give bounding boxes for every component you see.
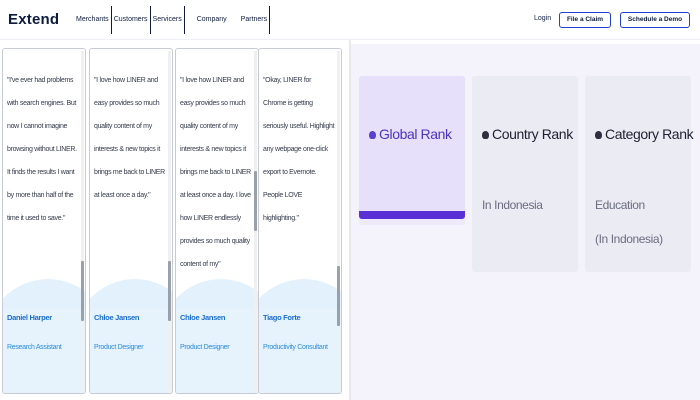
testimonial-name: Chloe Jansen bbox=[94, 313, 140, 322]
testimonial-quote: "I've ever had problems with search engi… bbox=[7, 77, 77, 222]
global-rank-active-bar bbox=[359, 211, 465, 219]
testimonial-role: Product Designer bbox=[94, 344, 144, 351]
nav-divider bbox=[183, 6, 185, 34]
testimonial-card: "I love how LINER and easy provides so m… bbox=[89, 48, 173, 394]
testimonial-role: Product Designer bbox=[180, 344, 230, 351]
testimonial-name: Chloe Jansen bbox=[180, 313, 226, 322]
category-rank-card[interactable]: Category Rank Education (In Indonesia) bbox=[585, 76, 694, 272]
country-rank-title: Country Rank bbox=[492, 126, 573, 142]
testimonial-role: Research Assistant bbox=[7, 344, 62, 351]
category-rank-location: (In Indonesia) bbox=[595, 232, 663, 246]
page: Extend Merchants Customers Servicers Com… bbox=[0, 0, 700, 400]
card-scrollbar[interactable] bbox=[337, 51, 340, 393]
testimonial-card: "I've ever had problems with search engi… bbox=[2, 48, 86, 394]
site-header: Extend Merchants Customers Servicers Com… bbox=[0, 0, 700, 40]
rank-section: Global Rank Country Rank In Indonesia Ca… bbox=[351, 44, 700, 400]
nav-merchants[interactable]: Merchants bbox=[74, 6, 111, 34]
nav-divider bbox=[269, 6, 271, 34]
country-rank-location: In Indonesia bbox=[482, 198, 543, 212]
testimonial-name: Daniel Harper bbox=[7, 313, 52, 322]
extend-logo[interactable]: Extend bbox=[8, 11, 59, 28]
category-rank-category: Education bbox=[595, 198, 645, 212]
card-scrollbar[interactable] bbox=[81, 51, 84, 393]
nav-servicers[interactable]: Servicers bbox=[151, 6, 184, 34]
category-rank-title: Category Rank bbox=[605, 126, 694, 142]
main-nav: Merchants Customers Servicers Company Pa… bbox=[74, 6, 271, 34]
file-claim-button[interactable]: File a Claim bbox=[559, 12, 611, 28]
schedule-demo-button[interactable]: Schedule a Demo bbox=[620, 12, 690, 28]
nav-customers[interactable]: Customers bbox=[112, 6, 150, 34]
login-link[interactable]: Login bbox=[534, 15, 551, 22]
category-icon bbox=[595, 131, 602, 140]
testimonial-quote: "Okay, LINER for Chrome is getting serio… bbox=[263, 77, 335, 222]
testimonial-quote: "I love how LINER and easy provides so m… bbox=[180, 77, 251, 268]
global-rank-title: Global Rank bbox=[379, 126, 452, 142]
testimonial-quote: "I love how LINER and easy provides so m… bbox=[94, 77, 165, 199]
country-rank-card[interactable]: Country Rank In Indonesia bbox=[472, 76, 578, 272]
testimonial-role: Productivity Consultant bbox=[263, 344, 328, 351]
globe-icon bbox=[369, 131, 376, 140]
testimonials-section: "I've ever had problems with search engi… bbox=[0, 48, 350, 400]
flag-icon bbox=[482, 131, 489, 140]
nav-company[interactable]: Company bbox=[195, 6, 229, 34]
testimonial-card: "I love how LINER and easy provides so m… bbox=[175, 48, 259, 394]
testimonial-card: "Okay, LINER for Chrome is getting serio… bbox=[258, 48, 342, 394]
card-scrollbar[interactable] bbox=[254, 51, 257, 393]
nav-partners[interactable]: Partners bbox=[239, 6, 269, 34]
testimonial-name: Tiago Forte bbox=[263, 313, 301, 322]
card-scrollbar[interactable] bbox=[168, 51, 171, 393]
global-rank-card[interactable]: Global Rank bbox=[359, 76, 465, 224]
